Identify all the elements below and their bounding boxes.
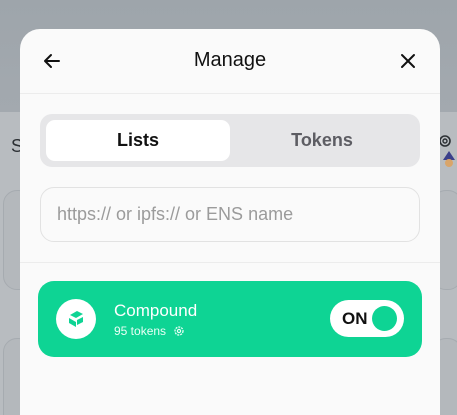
compound-logo-icon bbox=[56, 299, 96, 339]
backdrop-avatar-icon bbox=[443, 151, 455, 167]
close-icon bbox=[401, 54, 415, 68]
tab-tokens[interactable]: Tokens bbox=[230, 120, 414, 161]
header-divider bbox=[20, 93, 440, 94]
modal-header: Manage bbox=[20, 29, 440, 93]
toggle-label: ON bbox=[342, 309, 368, 328]
token-list-row[interactable]: Compound 95 tokens ON bbox=[38, 281, 422, 357]
list-enabled-toggle[interactable]: ON bbox=[330, 300, 404, 337]
list-url-input[interactable] bbox=[40, 187, 420, 242]
section-divider bbox=[20, 262, 440, 263]
close-button[interactable] bbox=[394, 47, 422, 75]
toggle-knob bbox=[372, 306, 397, 331]
tab-bar: Lists Tokens bbox=[40, 114, 420, 167]
list-name: Compound bbox=[114, 301, 198, 320]
modal-title: Manage bbox=[193, 49, 267, 71]
manage-modal: Manage Lists Tokens Compound 95 tokens bbox=[20, 29, 440, 415]
token-count: 95 tokens bbox=[114, 324, 167, 338]
list-meta: 95 tokens bbox=[114, 324, 185, 338]
tab-lists[interactable]: Lists bbox=[46, 120, 230, 161]
gear-icon[interactable] bbox=[173, 325, 185, 337]
